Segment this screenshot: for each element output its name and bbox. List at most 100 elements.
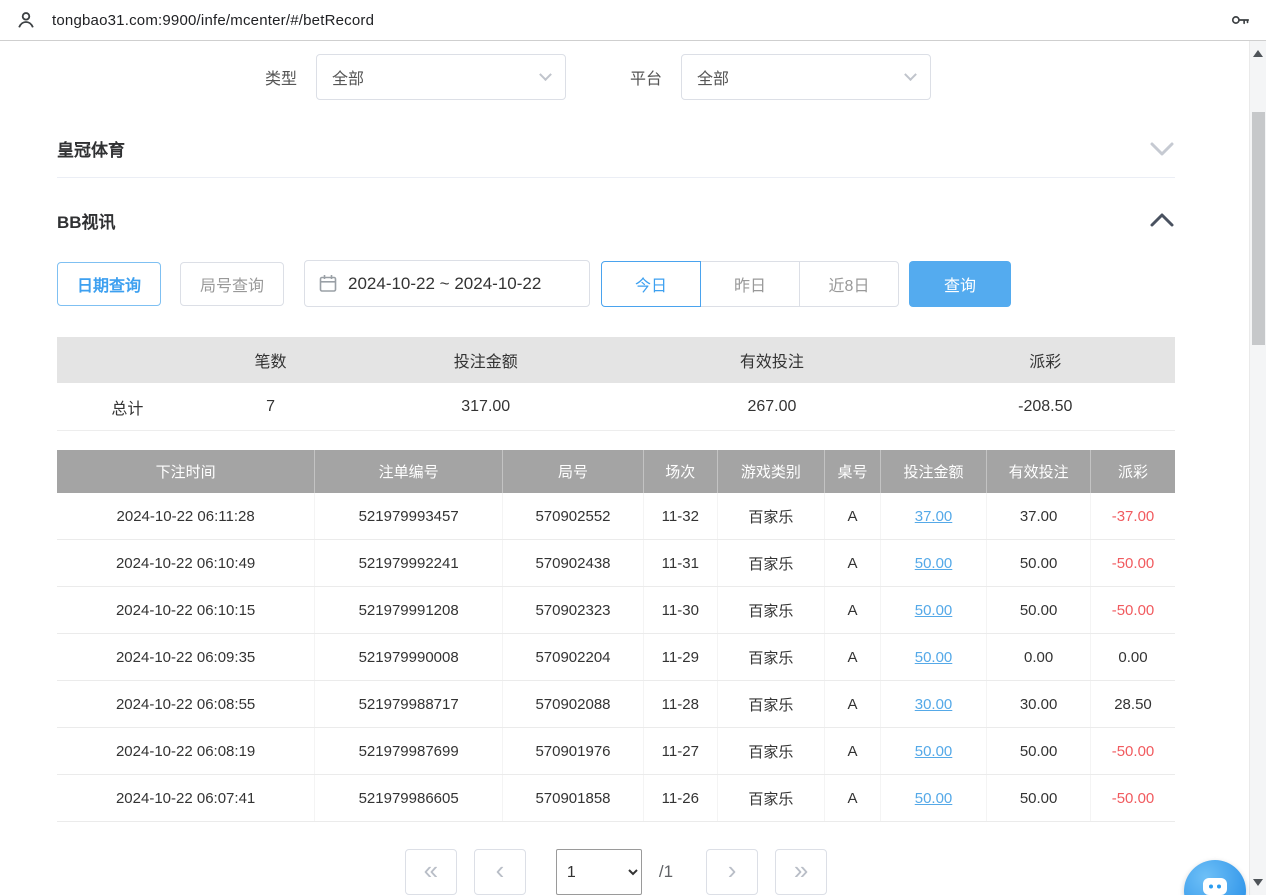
scrollbar[interactable]: [1249, 41, 1266, 895]
chevron-down-icon[interactable]: [1149, 141, 1175, 157]
section-header-bb-video[interactable]: BB视讯: [57, 190, 1175, 250]
bet-amount-link[interactable]: 30.00: [915, 696, 953, 713]
bet-amount-link[interactable]: 50.00: [915, 790, 953, 807]
bet-amount-link[interactable]: 50.00: [915, 743, 953, 760]
scroll-up-arrow-icon[interactable]: [1253, 50, 1263, 57]
summary-header-valid-bet: 有效投注: [628, 337, 915, 383]
cell-bet-id: 521979987699: [315, 728, 503, 774]
cell-session: 11-26: [644, 775, 718, 821]
summary-payout-value: -208.50: [916, 383, 1175, 430]
cell-round-id: 570902552: [503, 493, 644, 539]
bet-amount-link[interactable]: 50.00: [915, 649, 953, 666]
cell-payout: 0.00: [1091, 634, 1175, 680]
table-row: 2024-10-22 06:08:19 521979987699 5709019…: [57, 728, 1175, 775]
type-filter-label: 类型: [265, 65, 297, 89]
query-toolbar: 日期查询 局号查询 2024-10-22 ~ 2024-10-22 今日 昨日 …: [57, 260, 1175, 307]
double-chevron-right-icon: »: [794, 857, 808, 883]
cell-game-type: 百家乐: [718, 728, 825, 774]
section-header-crown-sports[interactable]: 皇冠体育: [57, 120, 1175, 178]
cell-table-no: A: [825, 587, 881, 633]
summary-total-label: 总计: [57, 383, 198, 430]
cell-bet-time: 2024-10-22 06:09:35: [57, 634, 315, 680]
cell-session: 11-32: [644, 493, 718, 539]
header-bet-id: 注单编号: [315, 450, 503, 493]
cell-valid-bet: 50.00: [987, 775, 1091, 821]
chevron-down-icon: [904, 68, 917, 81]
double-chevron-left-icon: «: [424, 857, 438, 883]
platform-filter-value: 全部: [697, 65, 729, 89]
profile-icon[interactable]: [13, 7, 39, 33]
type-filter-select[interactable]: 全部: [316, 54, 566, 100]
cell-payout: -37.00: [1091, 493, 1175, 539]
scroll-down-arrow-icon[interactable]: [1253, 879, 1263, 886]
total-pages-label: /1: [659, 862, 673, 882]
prev-page-button[interactable]: ‹: [474, 849, 526, 895]
first-page-button[interactable]: «: [405, 849, 457, 895]
bet-amount-link[interactable]: 50.00: [915, 602, 953, 619]
summary-valid-bet-value: 267.00: [628, 383, 915, 430]
bet-amount-link[interactable]: 37.00: [915, 508, 953, 525]
table-row: 2024-10-22 06:10:49 521979992241 5709024…: [57, 540, 1175, 587]
type-filter-value: 全部: [332, 65, 364, 89]
cell-game-type: 百家乐: [718, 681, 825, 727]
cell-session: 11-31: [644, 540, 718, 586]
page-number-select[interactable]: 1: [556, 849, 642, 895]
last-page-button[interactable]: »: [775, 849, 827, 895]
table-row: 2024-10-22 06:09:35 521979990008 5709022…: [57, 634, 1175, 681]
cell-bet-time: 2024-10-22 06:08:55: [57, 681, 315, 727]
bet-amount-link[interactable]: 50.00: [915, 555, 953, 572]
scrollbar-thumb[interactable]: [1252, 112, 1265, 345]
search-button[interactable]: 查询: [909, 261, 1011, 307]
cell-table-no: A: [825, 634, 881, 680]
browser-address-bar: tongbao31.com:9900/infe/mcenter/#/betRec…: [0, 0, 1266, 41]
cell-bet-id: 521979986605: [315, 775, 503, 821]
summary-header-count: 笔数: [198, 337, 343, 383]
cell-round-id: 570901858: [503, 775, 644, 821]
date-range-input[interactable]: 2024-10-22 ~ 2024-10-22: [304, 260, 590, 307]
round-query-tab-button[interactable]: 局号查询: [180, 262, 284, 306]
cell-session: 11-29: [644, 634, 718, 680]
date-query-tab-button[interactable]: 日期查询: [57, 262, 161, 306]
cell-valid-bet: 50.00: [987, 587, 1091, 633]
cell-bet-id: 521979990008: [315, 634, 503, 680]
chevron-up-icon[interactable]: [1149, 212, 1175, 228]
cell-session: 11-30: [644, 587, 718, 633]
today-button[interactable]: 今日: [601, 261, 701, 307]
browser-window: tongbao31.com:9900/infe/mcenter/#/betRec…: [0, 0, 1266, 895]
header-session: 场次: [644, 450, 718, 493]
cell-table-no: A: [825, 728, 881, 774]
cell-table-no: A: [825, 493, 881, 539]
address-bar-url[interactable]: tongbao31.com:9900/infe/mcenter/#/betRec…: [52, 12, 1214, 29]
cell-bet-time: 2024-10-22 06:10:49: [57, 540, 315, 586]
table-row: 2024-10-22 06:10:15 521979991208 5709023…: [57, 587, 1175, 634]
calendar-icon: [319, 274, 337, 293]
cell-payout: -50.00: [1091, 775, 1175, 821]
cell-game-type: 百家乐: [718, 493, 825, 539]
summary-header-blank: [57, 337, 198, 383]
key-icon[interactable]: [1227, 7, 1253, 33]
cell-session: 11-27: [644, 728, 718, 774]
last-8-days-button[interactable]: 近8日: [799, 261, 899, 307]
filter-row: 类型 全部 平台 全部: [265, 54, 1175, 100]
header-bet-time: 下注时间: [57, 450, 315, 493]
next-page-button[interactable]: ›: [706, 849, 758, 895]
header-round-id: 局号: [503, 450, 644, 493]
summary-header-bet-amount: 投注金额: [343, 337, 628, 383]
section-title-bb-video: BB视讯: [57, 208, 116, 233]
cell-session: 11-28: [644, 681, 718, 727]
cell-round-id: 570902088: [503, 681, 644, 727]
chevron-down-icon: [539, 68, 552, 81]
cell-bet-id: 521979992241: [315, 540, 503, 586]
cell-valid-bet: 30.00: [987, 681, 1091, 727]
cell-round-id: 570901976: [503, 728, 644, 774]
cell-valid-bet: 0.00: [987, 634, 1091, 680]
platform-filter-select[interactable]: 全部: [681, 54, 931, 100]
header-valid-bet: 有效投注: [987, 450, 1091, 493]
yesterday-button[interactable]: 昨日: [700, 261, 800, 307]
cell-round-id: 570902438: [503, 540, 644, 586]
header-game-type: 游戏类别: [718, 450, 825, 493]
cell-valid-bet: 50.00: [987, 728, 1091, 774]
header-payout: 派彩: [1091, 450, 1175, 493]
cell-payout: -50.00: [1091, 540, 1175, 586]
table-header-row: 下注时间 注单编号 局号 场次 游戏类别 桌号 投注金额 有效投注 派彩: [57, 450, 1175, 493]
